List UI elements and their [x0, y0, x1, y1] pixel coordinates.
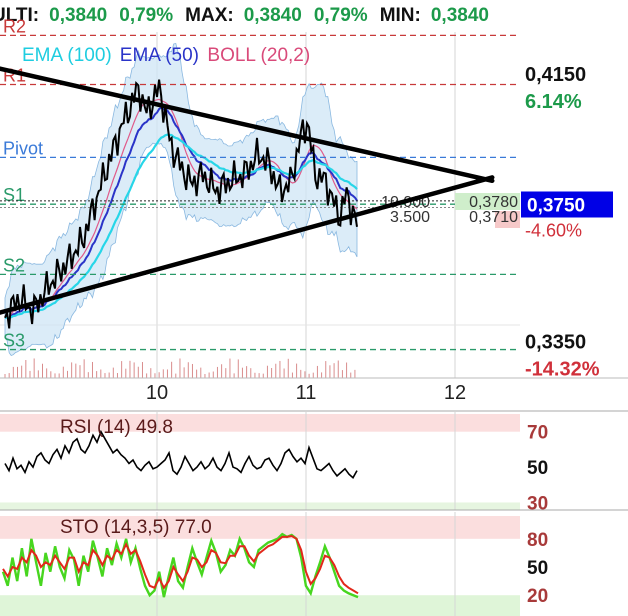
legend-item: BOLL (20,2): [207, 45, 310, 66]
rsi-oversold-zone: [0, 502, 520, 510]
pivot-label-s1: S1: [3, 185, 25, 205]
sto-title: STO (14,3,5) 77.0: [60, 517, 212, 538]
price-tick: 0,4150: [525, 64, 586, 86]
price-tick: 0,3350: [525, 332, 586, 354]
price-tick-pct: 6.14%: [525, 91, 582, 113]
pivot-label-r2: R2: [3, 16, 26, 36]
sto-oversold-zone: [0, 595, 520, 616]
rsi-level: 70: [527, 423, 548, 444]
rsi-panel: RSI (14) 49.8 70 50 30: [0, 412, 628, 514]
technical-chart[interactable]: R2R1PivotS1S2S310.0000,37803.5000,3710 0…: [0, 0, 628, 616]
sto-level: 80: [527, 530, 548, 551]
time-tick: 11: [296, 382, 317, 404]
price-axis: 0,4150 6.14% 0,3350 -14.32% 0,3750 -4.60%: [520, 32, 628, 381]
current-price: 0,3750: [527, 195, 585, 216]
order-size: 3.500: [390, 209, 430, 226]
time-tick: 10: [146, 382, 168, 404]
indicator-legend: EMA (100) EMA (50) BOLL (20,2): [22, 45, 310, 66]
stochastic-panel: STO (14,3,5) 77.0 80 50 20: [0, 512, 548, 616]
rsi-level: 30: [527, 493, 548, 514]
order-price: 0,3710: [469, 209, 518, 226]
price-tick-pct: -14.32%: [525, 359, 600, 381]
legend-item: EMA (50): [120, 45, 199, 66]
time-axis: 10 11 12: [0, 377, 628, 412]
rsi-title: RSI (14) 49.8: [60, 417, 173, 438]
rsi-level: 50: [527, 458, 548, 479]
time-tick: 12: [444, 382, 466, 404]
legend-item: EMA (100): [22, 45, 112, 66]
rsi-line: [4, 429, 358, 479]
sto-level: 20: [527, 586, 548, 607]
current-price-pct: -4.60%: [525, 220, 582, 240]
pivot-label-s3: S3: [3, 331, 25, 351]
pivot-label-pivot: Pivot: [3, 138, 43, 158]
pivot-label-s2: S2: [3, 255, 25, 275]
sto-level: 50: [527, 558, 548, 579]
